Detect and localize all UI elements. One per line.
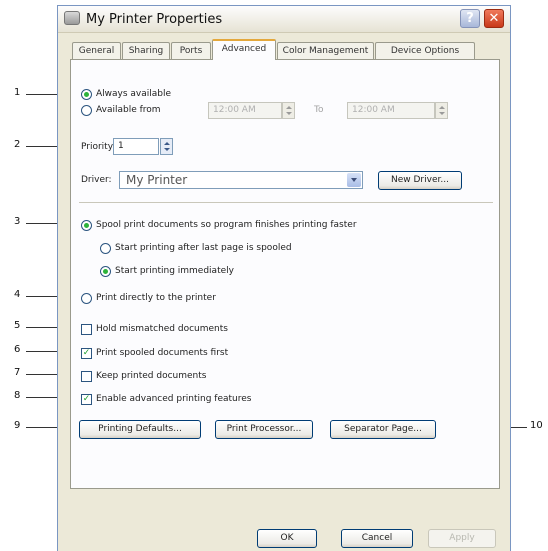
hold-mismatched-checkbox[interactable] [81, 324, 92, 335]
properties-window: My Printer Properties ? ✕ General Sharin… [57, 5, 511, 551]
callout-4: 4 [14, 289, 21, 300]
available-to-time[interactable]: 12:00 AM [347, 102, 435, 119]
callout-1: 1 [14, 87, 21, 98]
ok-button[interactable]: OK [257, 529, 317, 548]
start-after-last-page-label: Start printing after last page is spoole… [115, 243, 292, 253]
driver-value: My Printer [126, 173, 188, 187]
start-immediately-radio[interactable] [100, 266, 111, 277]
advanced-panel: Always available Available from 12:00 AM… [70, 59, 500, 489]
new-driver-button[interactable]: New Driver... [378, 171, 462, 190]
enable-advanced-label: Enable advanced printing features [96, 394, 252, 404]
callout-3: 3 [14, 216, 21, 227]
always-available-radio[interactable] [81, 89, 92, 100]
printing-defaults-button[interactable]: Printing Defaults... [79, 420, 201, 439]
tab-sharing[interactable]: Sharing [122, 42, 170, 59]
keep-printed-checkbox[interactable] [81, 371, 92, 382]
separator-page-button[interactable]: Separator Page... [330, 420, 436, 439]
to-time-spinner[interactable] [435, 102, 448, 119]
callout-10: 10 [530, 420, 543, 431]
from-time-spinner[interactable] [282, 102, 295, 119]
help-button[interactable]: ? [460, 9, 480, 28]
printer-icon [64, 11, 80, 25]
callout-6: 6 [14, 344, 21, 355]
tab-advanced[interactable]: Advanced [212, 39, 276, 60]
print-processor-button[interactable]: Print Processor... [215, 420, 313, 439]
print-spooled-first-checkbox[interactable]: ✓ [81, 348, 92, 359]
driver-select[interactable]: My Printer [119, 171, 363, 189]
start-immediately-label: Start printing immediately [115, 266, 234, 276]
priority-input[interactable]: 1 [113, 138, 159, 155]
spool-radio[interactable] [81, 220, 92, 231]
enable-advanced-checkbox[interactable]: ✓ [81, 394, 92, 405]
available-from-time[interactable]: 12:00 AM [208, 102, 282, 119]
title-bar[interactable]: My Printer Properties ? ✕ [58, 6, 510, 33]
print-directly-label: Print directly to the printer [96, 293, 216, 303]
priority-label: Priority: [81, 142, 116, 152]
callout-9: 9 [14, 420, 21, 431]
callout-2: 2 [14, 139, 21, 150]
callout-7: 7 [14, 367, 21, 378]
callout-8: 8 [14, 390, 21, 401]
tab-color-management[interactable]: Color Management [277, 42, 374, 59]
callout-5: 5 [14, 320, 21, 331]
divider [79, 202, 493, 203]
cancel-button[interactable]: Cancel [341, 529, 413, 548]
print-spooled-first-label: Print spooled documents first [96, 348, 229, 358]
priority-spinner[interactable] [160, 138, 173, 155]
start-after-last-page-radio[interactable] [100, 243, 111, 254]
spool-label: Spool print documents so program finishe… [96, 220, 357, 230]
keep-printed-label: Keep printed documents [96, 371, 207, 381]
chevron-down-icon [347, 173, 361, 187]
tab-general[interactable]: General [72, 42, 121, 59]
driver-label: Driver: [81, 175, 112, 185]
available-from-label: Available from [96, 105, 161, 115]
always-available-label: Always available [96, 89, 172, 99]
apply-button[interactable]: Apply [428, 529, 496, 548]
tab-device-options[interactable]: Device Options [375, 42, 475, 59]
available-from-radio[interactable] [81, 105, 92, 116]
to-label: To [314, 105, 324, 115]
hold-mismatched-label: Hold mismatched documents [96, 324, 228, 334]
tab-ports[interactable]: Ports [171, 42, 211, 59]
print-directly-radio[interactable] [81, 293, 92, 304]
close-button[interactable]: ✕ [484, 9, 504, 28]
window-title: My Printer Properties [86, 12, 223, 27]
